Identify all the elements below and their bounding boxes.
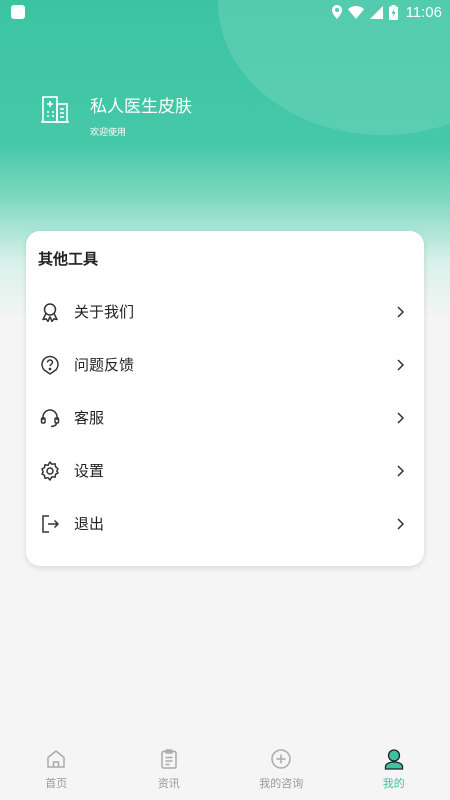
tab-label: 资讯 [157, 777, 180, 790]
menu-item-about-us[interactable]: 关于我们 [26, 285, 424, 338]
tools-card: 其他工具 关于我们 问题反馈 客服 设置 退出 [26, 231, 424, 566]
chevron-right-icon [397, 305, 405, 318]
app-notification-icon [11, 5, 25, 19]
menu-item-label: 关于我们 [74, 303, 135, 321]
clock-time: 11:06 [405, 3, 442, 21]
tab-my-consultations[interactable]: 我的咨询 [225, 738, 338, 800]
menu-item-label: 客服 [74, 409, 105, 427]
menu-item-customer-service[interactable]: 客服 [26, 391, 424, 444]
profile-name: 私人医生皮肤 [90, 97, 192, 117]
chevron-right-icon [397, 517, 405, 530]
location-icon [331, 5, 342, 19]
signal-icon [369, 5, 383, 19]
tab-label: 首页 [45, 777, 68, 790]
menu-item-label: 退出 [74, 515, 105, 533]
question-icon [41, 355, 59, 375]
chevron-right-icon [397, 358, 405, 371]
plus-circle-icon [271, 749, 291, 769]
home-icon [47, 750, 65, 768]
menu-item-label: 设置 [74, 462, 105, 480]
hospital-icon [41, 96, 69, 123]
gear-icon [41, 460, 59, 481]
menu-item-feedback[interactable]: 问题反馈 [26, 338, 424, 391]
tools-card-title: 其他工具 [38, 250, 99, 268]
menu-item-settings[interactable]: 设置 [26, 444, 424, 497]
menu-item-logout[interactable]: 退出 [26, 497, 424, 550]
logout-icon [42, 514, 60, 533]
tab-label: 我的 [382, 777, 405, 790]
tab-home[interactable]: 首页 [0, 738, 113, 800]
wifi-icon [347, 5, 364, 19]
tab-label: 我的咨询 [259, 777, 304, 790]
ribbon-icon [42, 302, 58, 322]
chevron-right-icon [397, 411, 405, 424]
tab-news[interactable]: 资讯 [113, 738, 226, 800]
user-icon [384, 749, 403, 770]
headset-icon [40, 408, 60, 427]
menu-item-label: 问题反馈 [74, 356, 135, 374]
profile-subtitle: 欢迎使用 [90, 128, 127, 138]
bottom-tab-bar: 首页 资讯 我的咨询 我的 [0, 738, 450, 800]
tab-mine[interactable]: 我的 [338, 738, 450, 800]
battery-icon [388, 4, 398, 20]
chevron-right-icon [397, 464, 405, 477]
clipboard-icon [161, 749, 177, 769]
status-bar: 11:06 [0, 0, 450, 24]
